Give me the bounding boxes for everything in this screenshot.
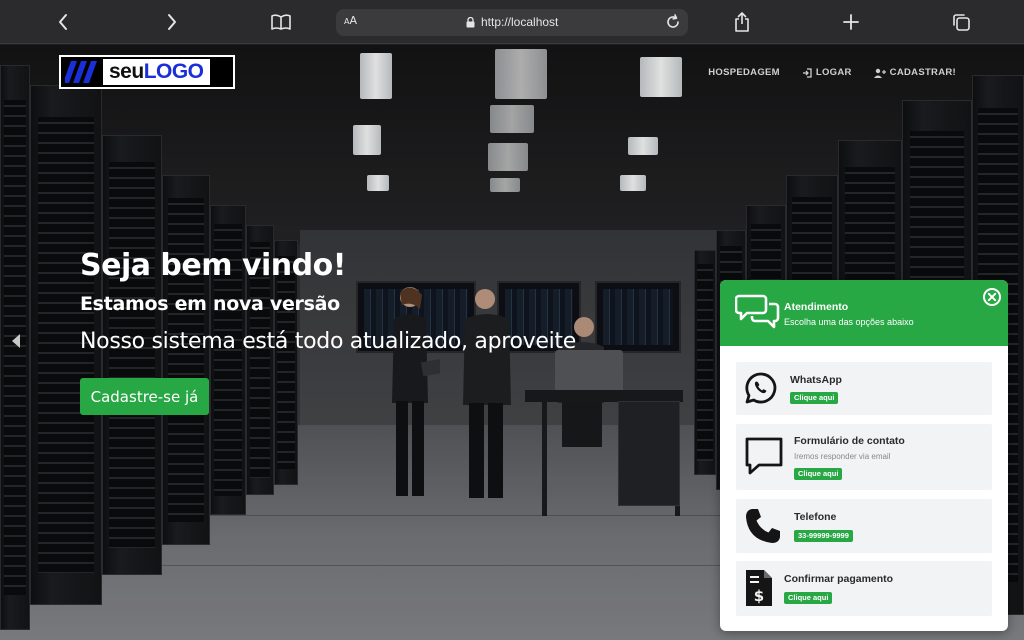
invoice-dollar-icon: $ (746, 570, 772, 606)
nav-item-hospedagem[interactable]: HOSPEDAGEM (708, 67, 780, 78)
address-bar[interactable]: AA http://localhost (336, 9, 688, 36)
hero-subtitle: Estamos em nova versão (80, 293, 340, 315)
support-widget: Atendimento Escolha uma das opções abaix… (720, 280, 1008, 631)
support-widget-header: Atendimento Escolha uma das opções abaix… (720, 280, 1008, 346)
chat-bubble-icon (745, 437, 783, 475)
share-icon[interactable] (731, 11, 753, 33)
carousel-prev-icon[interactable] (8, 328, 24, 354)
bookmarks-book-icon[interactable] (270, 11, 292, 33)
support-option-badge: Clique aqui (790, 392, 839, 405)
site-logo[interactable]: seu LOGO (59, 55, 235, 89)
hero-title: Seja bem vindo! (80, 248, 346, 283)
forward-arrow-icon[interactable] (161, 11, 183, 33)
tabs-overview-icon[interactable] (950, 11, 972, 33)
hero-description: Nosso sistema está todo atualizado, apro… (80, 329, 576, 354)
support-option-whatsapp[interactable]: WhatsApp Clique aqui (736, 362, 992, 415)
main-navigation: HOSPEDAGEM LOGAR CADASTRAR! (708, 67, 956, 78)
signup-cta-button[interactable]: Cadastre-se já (80, 378, 209, 415)
reader-text-size-button[interactable]: AA (344, 14, 357, 27)
support-option-title: Formulário de contato (794, 435, 905, 447)
back-arrow-icon[interactable] (52, 11, 74, 33)
url-text: http://localhost (481, 15, 559, 29)
lock-icon (466, 16, 475, 27)
nav-item-logar[interactable]: LOGAR (802, 67, 852, 78)
sign-in-icon (802, 67, 812, 78)
support-option-badge: Clique aqui (784, 592, 833, 605)
support-option-title: WhatsApp (790, 374, 842, 386)
support-option-phone[interactable]: Telefone 33-99999-9999 (736, 499, 992, 553)
user-plus-icon (873, 68, 886, 78)
support-option-description: Iremos responder via email (794, 452, 891, 461)
support-option-payment[interactable]: $ Confirmar pagamento Clique aqui (736, 561, 992, 616)
phone-icon (746, 509, 780, 543)
logo-text-logo: LOGO (143, 60, 204, 83)
chat-bubbles-icon (735, 294, 780, 329)
support-option-title: Telefone (794, 511, 837, 523)
browser-toolbar: AA http://localhost (0, 0, 1024, 44)
close-icon[interactable] (982, 287, 1002, 312)
support-option-badge: 33-99999-9999 (794, 530, 853, 543)
svg-text:$: $ (754, 587, 764, 605)
support-widget-subtitle: Escolha uma das opções abaixo (784, 317, 914, 327)
support-option-badge: Clique aqui (794, 468, 843, 481)
new-tab-plus-icon[interactable] (840, 11, 862, 33)
nav-item-cadastrar[interactable]: CADASTRAR! (873, 67, 956, 78)
reload-icon[interactable] (664, 13, 682, 36)
support-option-contact-form[interactable]: Formulário de contato Iremos responder v… (736, 424, 992, 490)
logo-text-seu: seu (109, 60, 144, 83)
whatsapp-icon (745, 372, 777, 404)
support-widget-title: Atendimento (784, 301, 849, 313)
support-option-title: Confirmar pagamento (784, 573, 894, 585)
